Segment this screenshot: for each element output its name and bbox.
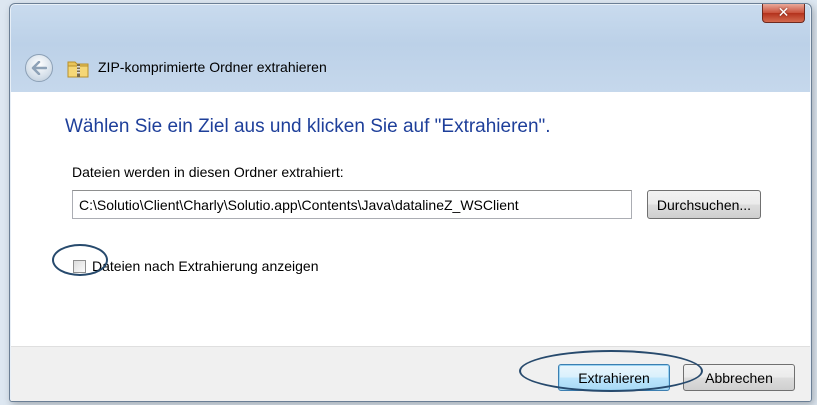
destination-label: Dateien werden in diesen Ordner extrahie… [72, 164, 344, 180]
zip-folder-icon [67, 58, 89, 78]
close-icon: ✕ [777, 5, 790, 21]
browse-button[interactable]: Durchsuchen... [647, 190, 761, 219]
window-title: ZIP-komprimierte Ordner extrahieren [98, 59, 327, 75]
extract-dialog-window: ✕ ZIP-komprimierte Ordner extrahieren Wä… [9, 3, 812, 402]
extract-button[interactable]: Extrahieren [558, 364, 670, 391]
dialog-footer: Extrahieren Abbrechen [11, 346, 810, 401]
dialog-content: Wählen Sie ein Ziel aus und klicken Sie … [11, 92, 810, 346]
show-files-label: Dateien nach Extrahierung anzeigen [92, 258, 319, 274]
instruction-heading: Wählen Sie ein Ziel aus und klicken Sie … [65, 116, 551, 137]
show-files-option[interactable]: Dateien nach Extrahierung anzeigen [73, 257, 319, 275]
close-button[interactable]: ✕ [762, 4, 805, 23]
show-files-checkbox[interactable] [73, 259, 86, 273]
destination-path-input[interactable] [72, 190, 632, 219]
cancel-button[interactable]: Abbrechen [683, 364, 795, 391]
back-button[interactable] [25, 54, 53, 82]
back-arrow-icon [31, 61, 47, 75]
screen: ✕ ZIP-komprimierte Ordner extrahieren Wä… [0, 0, 817, 405]
